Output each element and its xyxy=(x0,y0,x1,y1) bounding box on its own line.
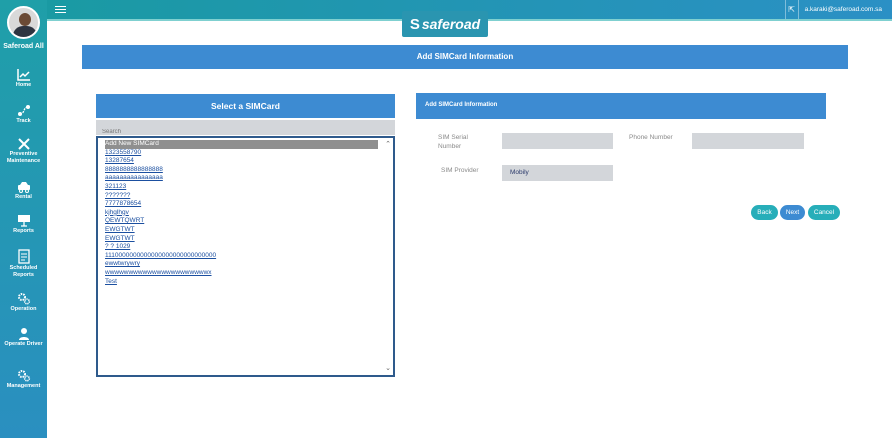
list-item[interactable]: 7777878654 xyxy=(98,200,393,209)
list-item[interactable]: kjhglhgv xyxy=(98,209,393,218)
list-item[interactable]: EWGTWT xyxy=(98,235,393,244)
sidebar-item-label: Rental xyxy=(15,194,32,200)
sidebar-item-track[interactable]: Track xyxy=(0,104,47,125)
next-button[interactable]: Next xyxy=(780,205,805,220)
list-item[interactable]: ? ? 1029 xyxy=(98,243,393,252)
sim-provider-select[interactable]: Mobily xyxy=(502,165,613,181)
sim-serial-field[interactable] xyxy=(502,133,613,149)
phone-number-label: Phone Number xyxy=(629,134,673,141)
driver-icon xyxy=(18,328,29,340)
sidebar: Saferoad All Home Track Preventive Maint… xyxy=(0,0,47,438)
sidebar-item-operation[interactable]: Operation xyxy=(0,292,47,313)
simcard-listbox[interactable]: Add New SIMCard 1323558790 13287654 8888888… xyxy=(96,136,395,377)
schedule-report-icon xyxy=(17,249,30,264)
sidebar-item-label: Scheduled Reports xyxy=(9,265,38,278)
search-bar xyxy=(96,120,395,140)
user-name: Saferoad All xyxy=(3,43,44,50)
form-title: Add SIMCard Information xyxy=(416,93,826,119)
hamburger-menu-icon[interactable] xyxy=(55,6,66,13)
selected-list-item[interactable]: Add New SIMCard xyxy=(105,140,378,149)
list-item[interactable]: 1110000000000000000000000000000 xyxy=(98,252,393,261)
list-item[interactable]: QEWTQWRT xyxy=(98,217,393,226)
tools-icon xyxy=(17,138,30,150)
chart-icon xyxy=(16,69,30,81)
list-item[interactable]: ewwtwrywry xyxy=(98,260,393,269)
sim-serial-label: SIM Serial Number xyxy=(438,134,468,150)
gears-icon xyxy=(17,370,30,382)
gears-icon xyxy=(17,293,30,305)
user-email[interactable]: a.karaki@saferoad.com.sa xyxy=(799,6,892,13)
list-item[interactable]: Test xyxy=(98,278,393,287)
avatar[interactable] xyxy=(7,6,40,39)
list-item[interactable]: ??????? xyxy=(98,192,393,201)
sidebar-item-management[interactable]: Management xyxy=(0,369,47,390)
list-item[interactable]: 8888888888888888 xyxy=(98,166,393,175)
list-item[interactable]: 1323558790 xyxy=(98,149,393,158)
sidebar-item-rental[interactable]: Rental xyxy=(0,180,47,201)
list-item[interactable]: wwwwwwwwwwwwwwwwwwwwwwx xyxy=(98,269,393,278)
list-item[interactable]: 321123 xyxy=(98,183,393,192)
list-item[interactable]: 13287654 xyxy=(98,157,393,166)
sidebar-item-scheduled-reports[interactable]: Scheduled Reports xyxy=(0,249,47,279)
sidebar-item-label: Track xyxy=(16,118,31,124)
sidebar-item-reports[interactable]: Reports xyxy=(0,214,47,235)
sidebar-item-label: Operate Driver xyxy=(4,341,43,347)
scroll-down-icon[interactable]: ⌄ xyxy=(385,364,391,372)
list-item[interactable]: EWGTWT xyxy=(98,226,393,235)
sidebar-item-label: Home xyxy=(15,82,32,88)
logo-mark: S xyxy=(409,15,420,33)
cancel-button[interactable]: Cancel xyxy=(808,205,840,220)
sidebar-item-operate-driver[interactable]: Operate Driver xyxy=(0,327,47,348)
sidebar-item-label: Reports xyxy=(13,228,34,234)
simcard-panel-title: Select a SIMCard xyxy=(96,94,395,118)
saferoad-logo: S saferoad xyxy=(402,11,488,37)
phone-number-field[interactable] xyxy=(692,133,804,149)
scroll-up-icon[interactable]: ⌃ xyxy=(385,140,391,148)
logo-text: saferoad xyxy=(421,16,481,32)
back-button[interactable]: Back xyxy=(751,205,778,220)
sidebar-item-preventive-maintenance[interactable]: Preventive Maintenance xyxy=(0,137,47,165)
sidebar-item-label: Operation xyxy=(10,306,37,312)
sidebar-item-label: Preventive Maintenance xyxy=(6,151,41,164)
route-icon xyxy=(17,105,30,116)
logout-icon[interactable]: ⇱ xyxy=(784,0,799,19)
sim-provider-label: SIM Provider xyxy=(441,167,479,174)
page-title: Add SIMCard Information xyxy=(82,45,848,69)
sidebar-item-home[interactable]: Home xyxy=(0,68,47,89)
list-item[interactable]: aaaaaaaaaaaaaaaa xyxy=(98,174,393,183)
presentation-icon xyxy=(17,215,30,227)
sidebar-item-label: Management xyxy=(6,383,41,389)
car-icon xyxy=(17,182,30,193)
